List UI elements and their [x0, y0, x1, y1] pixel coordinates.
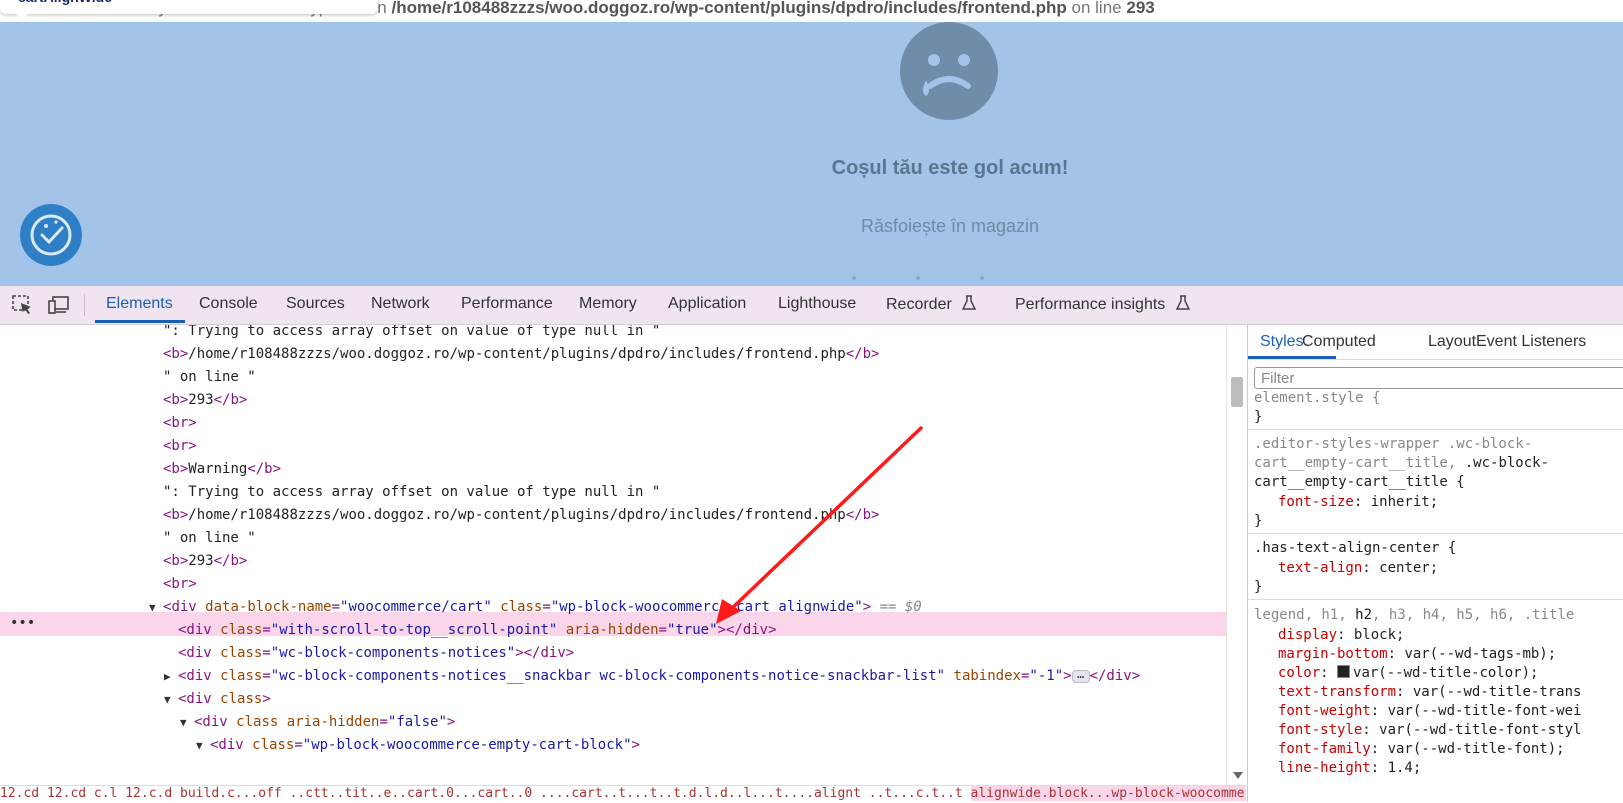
rule-divider [1248, 429, 1623, 430]
tab-lighthouse[interactable]: Lighthouse [778, 295, 856, 313]
tab-memory[interactable]: Memory [579, 295, 637, 313]
page-viewport: ... ay offset on value of type null in /… [0, 0, 1623, 286]
dom-node[interactable]: ▼ <div class aria-hidden="false"> [180, 711, 455, 733]
carousel-dot[interactable] [916, 276, 920, 280]
css-selector[interactable]: cart__empty-cart__title { [1254, 473, 1465, 491]
tab-recorder[interactable]: Recorder [886, 295, 977, 314]
sad-face-icon [900, 22, 998, 120]
dom-node[interactable]: ▼ <div class="wp-block-woocommerce-empty-… [196, 734, 640, 756]
inspect-element-icon[interactable] [12, 295, 34, 315]
css-declaration[interactable]: margin-bottom: var(--wd-tags-mb); [1278, 645, 1556, 663]
dom-node[interactable]: <br> [163, 435, 197, 457]
css-declaration[interactable]: color: var(--wd-title-color); [1278, 664, 1538, 682]
css-selector[interactable]: element.style { [1254, 389, 1380, 407]
dom-node[interactable]: <b>/home/r108488zzzs/woo.doggoz.ro/wp-co… [163, 504, 879, 526]
css-brace: } [1254, 579, 1263, 595]
tab-styles[interactable]: Styles [1260, 333, 1304, 351]
elements-scrollbar[interactable] [1226, 325, 1247, 785]
dom-node[interactable]: <b>Warning</b> [163, 458, 281, 480]
tooltip-text: cartAlignWide [18, 0, 112, 5]
empty-cart-title: Coșul tău este gol acum! [831, 157, 1069, 179]
styles-tab-bar: Styles Computed Layout Event Listeners [1248, 325, 1623, 360]
tab-layout[interactable]: Layout [1428, 333, 1476, 351]
active-tab-indicator [1248, 356, 1336, 359]
css-selector[interactable]: legend, h1, h2, h3, h4, h5, h6, .title [1254, 606, 1574, 624]
php-warning-line: ... ay offset on value of type null in /… [0, 0, 1623, 22]
tab-network[interactable]: Network [371, 295, 430, 313]
selected-dom-node[interactable]: ▼ <div data-block-name="woocommerce/cart"… [149, 596, 922, 618]
tab-event-listeners[interactable]: Event Listeners [1476, 333, 1586, 351]
css-declaration[interactable]: font-size: inherit; [1278, 493, 1438, 511]
tab-recorder-label: Recorder [886, 296, 952, 313]
tab-performance-insights[interactable]: Performance insights [1015, 295, 1190, 314]
css-selector[interactable]: cart__empty-cart__title, .wc-block- [1254, 454, 1549, 472]
dom-node[interactable]: ▼ <div class> [164, 688, 271, 710]
carousel-dot[interactable] [980, 276, 984, 280]
css-brace: } [1254, 513, 1263, 529]
dom-node[interactable]: <b>293</b> [163, 389, 247, 411]
css-selector[interactable]: .has-text-align-center { [1254, 539, 1456, 557]
dom-text-node[interactable]: ": Trying to access array offset on valu… [163, 325, 660, 342]
cookie-icon [30, 214, 72, 256]
tab-performance[interactable]: Performance [461, 295, 553, 313]
tooltip-arrow [14, 12, 30, 20]
rule-divider [1248, 533, 1623, 534]
expand-triangle-icon[interactable]: ▼ [164, 689, 178, 711]
collapse-triangle-icon[interactable]: ▶ [164, 666, 178, 688]
inspected-element-highlight [0, 22, 1623, 286]
css-declaration[interactable]: font-family: var(--wd-title-font); [1278, 740, 1565, 758]
tab-computed[interactable]: Computed [1302, 333, 1376, 351]
elements-panel: ••• ": Trying to access array offset on … [0, 325, 1246, 785]
tab-performance-insights-label: Performance insights [1015, 296, 1166, 313]
toolbar-separator [84, 294, 85, 316]
breadcrumb-current[interactable]: alignwide.block...wp-block-woocommerce-c… [970, 786, 1246, 801]
styles-pane: Styles Computed Layout Event Listeners F… [1247, 325, 1623, 802]
css-declaration[interactable]: text-align: center; [1278, 559, 1438, 577]
dom-node[interactable]: <b>293</b> [163, 550, 247, 572]
cookie-settings-button[interactable] [20, 204, 82, 266]
css-declaration[interactable]: font-weight: var(--wd-title-font-wei [1278, 702, 1581, 720]
css-declaration[interactable]: line-height: 1.4; [1278, 759, 1421, 777]
dom-node[interactable]: <br> [163, 412, 197, 434]
css-declaration[interactable]: font-style: var(--wd-title-font-styl [1278, 721, 1581, 739]
carousel-dot[interactable] [852, 276, 856, 280]
tab-console[interactable]: Console [199, 295, 258, 313]
styles-filter-input[interactable]: Filter [1254, 367, 1623, 389]
tab-application[interactable]: Application [668, 295, 746, 313]
flask-icon [962, 295, 977, 310]
color-swatch[interactable] [1337, 665, 1351, 678]
css-declaration[interactable]: text-transform: var(--wd-title-trans [1278, 683, 1581, 701]
css-declaration[interactable]: display: block; [1278, 626, 1404, 644]
dom-node[interactable]: ▶ <div class="wc-block-components-notices… [164, 665, 1140, 687]
tab-sources[interactable]: Sources [286, 295, 345, 313]
dom-node[interactable]: <div class="with-scroll-to-top__scroll-p… [178, 619, 777, 641]
element-tooltip: cartAlignWide [0, 0, 378, 14]
devtools-tab-bar: Elements Console Sources Network Perform… [0, 286, 1623, 325]
device-toolbar-icon[interactable] [48, 295, 70, 315]
dom-node[interactable]: <b>/home/r108488zzzs/woo.doggoz.ro/wp-co… [163, 343, 879, 365]
dom-node[interactable]: <br> [163, 573, 197, 595]
expand-triangle-icon[interactable]: ▼ [196, 735, 210, 757]
tab-elements[interactable]: Elements [106, 295, 173, 313]
breadcrumb-path[interactable]: 12.cd 12.cd c.l 12.c.d build.c...off ..c… [0, 786, 963, 801]
breadcrumb: 12.cd 12.cd c.l 12.c.d build.c...off ..c… [0, 785, 1246, 803]
expand-triangle-icon[interactable]: ▼ [149, 597, 163, 619]
browse-shop-link[interactable]: Răsfoiește în magazin [700, 216, 1200, 237]
dom-text-node[interactable]: " on line " [163, 527, 256, 549]
css-brace: } [1254, 409, 1263, 425]
dom-text-node[interactable]: ": Trying to access array offset on valu… [163, 481, 660, 503]
node-actions-ellipsis[interactable]: ••• [10, 612, 35, 634]
rule-divider [1248, 599, 1623, 600]
scrollbar-thumb[interactable] [1231, 377, 1243, 407]
collapsed-content-icon[interactable]: … [1071, 668, 1090, 683]
scroll-down-icon[interactable] [1233, 772, 1243, 779]
expand-triangle-icon[interactable]: ▼ [180, 712, 194, 734]
dom-text-node[interactable]: " on line " [163, 366, 256, 388]
active-tab-indicator [95, 320, 185, 323]
css-selector[interactable]: .editor-styles-wrapper .wc-block- [1254, 435, 1532, 453]
flask-icon [1175, 295, 1190, 310]
dom-node[interactable]: <div class="wc-block-components-notices"… [178, 642, 574, 664]
